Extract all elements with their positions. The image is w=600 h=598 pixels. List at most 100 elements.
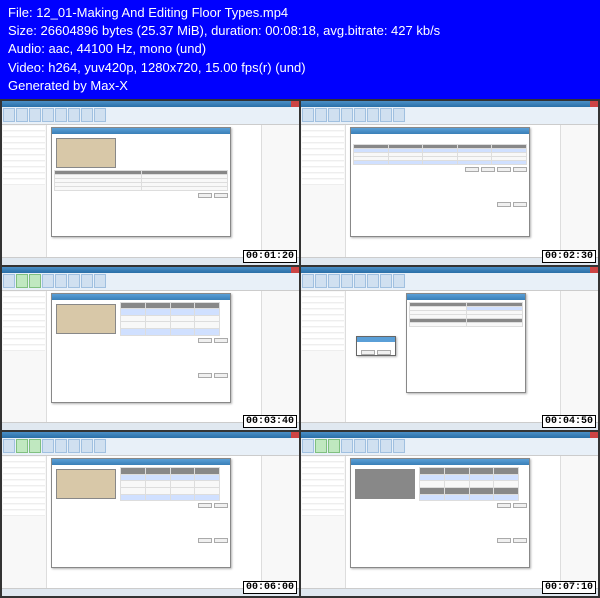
property-row — [302, 499, 344, 504]
edit-assembly-dialog — [350, 458, 530, 568]
property-row — [3, 316, 45, 321]
ribbon-button — [380, 108, 392, 122]
ribbon-button — [393, 439, 405, 453]
timestamp-overlay: 00:04:50 — [542, 415, 596, 428]
property-row — [302, 126, 344, 131]
table-cell — [170, 488, 195, 495]
floor-preview — [56, 469, 116, 499]
property-row — [302, 328, 344, 333]
properties-panel — [301, 125, 346, 257]
table-cell — [121, 328, 146, 335]
ribbon-button — [29, 108, 41, 122]
table-cell — [145, 322, 170, 329]
property-row — [3, 511, 45, 516]
audio-info-line: Audio: aac, 44100 Hz, mono (und) — [8, 40, 592, 58]
browser-panel — [560, 456, 598, 588]
cancel-button — [513, 202, 527, 207]
audio-label: Audio: — [8, 41, 45, 56]
property-row — [3, 334, 45, 339]
table-cell — [195, 309, 220, 316]
file-value: 12_01-Making And Editing Floor Types.mp4 — [36, 5, 288, 20]
browser-panel — [261, 456, 299, 588]
table-cell — [420, 494, 445, 501]
layers-table — [419, 467, 519, 501]
table-cell — [145, 328, 170, 335]
property-row — [3, 162, 45, 167]
ribbon-button — [68, 108, 80, 122]
ribbon-toolbar — [2, 438, 299, 456]
ribbon-button — [354, 439, 366, 453]
table-cell — [469, 481, 494, 488]
property-row — [3, 150, 45, 155]
table-header — [170, 302, 195, 309]
ribbon-button — [328, 439, 340, 453]
table-cell — [121, 315, 146, 322]
layers-table — [120, 467, 220, 501]
ribbon-button — [81, 274, 93, 288]
ribbon-button — [328, 108, 340, 122]
ribbon-button — [42, 274, 54, 288]
table-cell — [145, 315, 170, 322]
cancel-button — [214, 538, 228, 543]
ribbon-button — [341, 108, 353, 122]
property-row — [302, 180, 344, 185]
table-cell — [145, 309, 170, 316]
table-cell — [494, 494, 519, 501]
ok-button — [198, 373, 212, 378]
ribbon-button — [302, 108, 314, 122]
ribbon-button — [367, 274, 379, 288]
table-header — [121, 302, 146, 309]
property-row — [302, 469, 344, 474]
table-cell — [457, 160, 492, 164]
property-row — [3, 505, 45, 510]
dialog-content — [52, 300, 230, 380]
ribbon-button — [68, 439, 80, 453]
property-row — [302, 316, 344, 321]
parameters-table — [54, 170, 228, 191]
dialog-content — [407, 300, 525, 329]
app-window — [301, 432, 598, 596]
table-cell — [466, 322, 523, 326]
table-cell — [469, 474, 494, 481]
property-row — [3, 138, 45, 143]
delete-button — [214, 503, 228, 508]
table-cell — [492, 160, 527, 164]
table-cell — [121, 474, 146, 481]
ribbon-button — [68, 274, 80, 288]
property-row — [3, 174, 45, 179]
file-info-line: File: 12_01-Making And Editing Floor Typ… — [8, 4, 592, 22]
thumbnail-grid: 00:01:20 — [0, 99, 600, 598]
table-header — [494, 468, 519, 475]
media-info-header: File: 12_01-Making And Editing Floor Typ… — [0, 0, 600, 99]
property-row — [302, 334, 344, 339]
ribbon-button — [55, 274, 67, 288]
ribbon-button — [29, 274, 41, 288]
ribbon-button — [315, 274, 327, 288]
property-row — [3, 310, 45, 315]
properties-panel — [301, 456, 346, 588]
thumbnail-frame: 00:01:20 — [1, 100, 300, 266]
size-info-line: Size: 26604896 bytes (25.37 MiB), durati… — [8, 22, 592, 40]
ribbon-button — [94, 274, 106, 288]
app-window — [301, 101, 598, 265]
table-cell-selected — [444, 488, 469, 495]
table-cell-selected — [494, 488, 519, 495]
property-row — [3, 132, 45, 137]
table-cell-selected — [420, 488, 445, 495]
ribbon-button — [354, 108, 366, 122]
timestamp-overlay: 00:06:00 — [243, 581, 297, 594]
ribbon-button — [3, 274, 15, 288]
table-cell — [444, 481, 469, 488]
property-row — [302, 168, 344, 173]
property-row — [3, 292, 45, 297]
workspace — [2, 125, 299, 257]
table-header — [170, 468, 195, 475]
drawing-area — [346, 125, 560, 257]
edit-assembly-dialog — [51, 458, 231, 568]
dialog-buttons — [54, 503, 228, 508]
parameters-table — [409, 302, 523, 327]
ribbon-toolbar — [301, 273, 598, 291]
table-cell — [420, 481, 445, 488]
delete-button — [214, 338, 228, 343]
table-cell — [141, 186, 228, 190]
